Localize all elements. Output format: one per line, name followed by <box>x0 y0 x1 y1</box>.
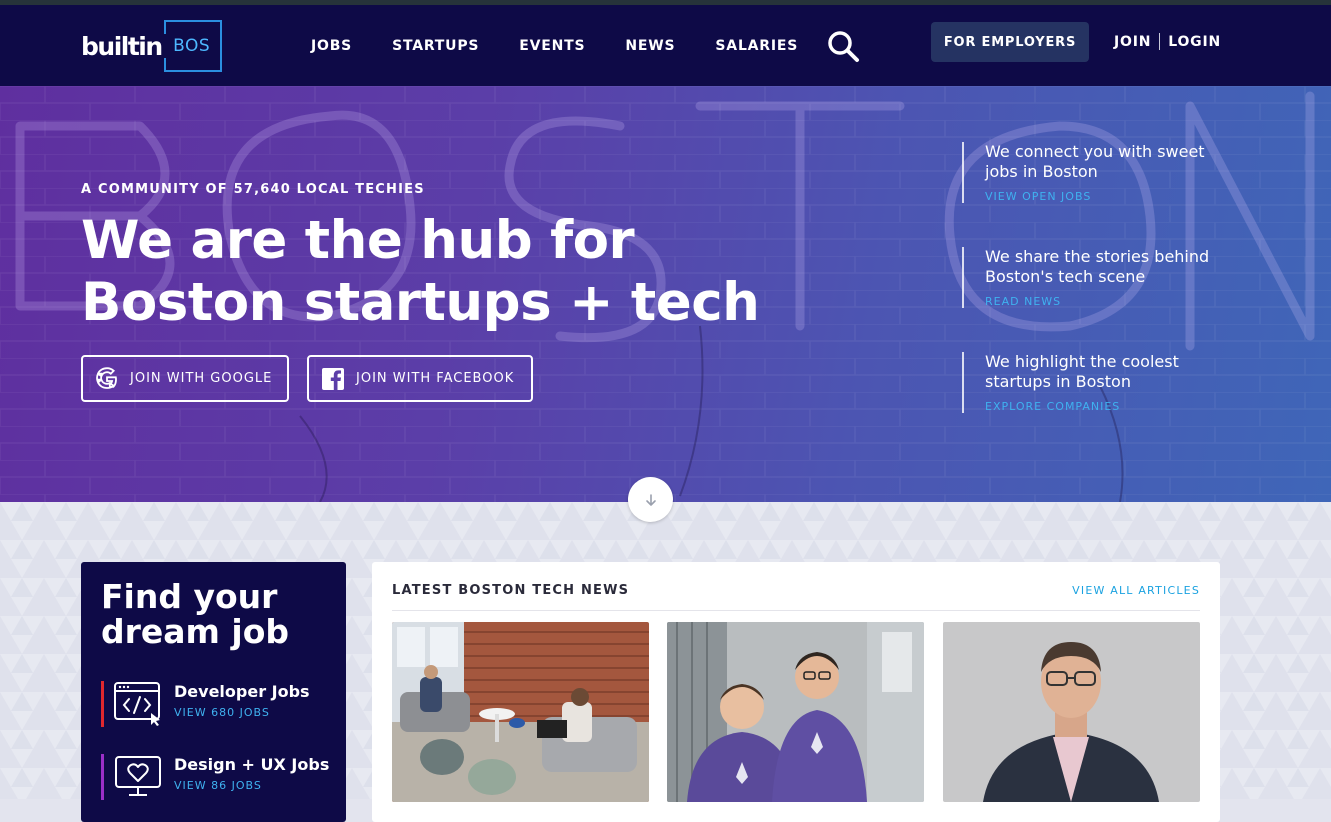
job-category-design[interactable]: Design + UX Jobs VIEW 86 JOBS <box>101 754 341 800</box>
portrait-photo <box>943 622 1200 802</box>
dream-job-panel: Find your dream job Developer Jobs VIEW … <box>81 562 346 822</box>
google-icon <box>94 366 120 392</box>
category-name: Developer Jobs <box>174 682 310 701</box>
hero-item-news: We share the stories behind Boston's tec… <box>962 247 1232 308</box>
join-with-facebook-button[interactable]: JOIN WITH FACEBOOK <box>307 355 533 402</box>
google-button-label: JOIN WITH GOOGLE <box>130 371 273 386</box>
join-with-google-button[interactable]: JOIN WITH GOOGLE <box>81 355 289 402</box>
search-icon[interactable] <box>826 29 860 63</box>
nav-news[interactable]: NEWS <box>625 38 675 54</box>
hero-item-companies: We highlight the coolest startups in Bos… <box>962 352 1232 413</box>
news-article-image-3[interactable] <box>943 622 1200 802</box>
hero-item-text: We share the stories behind Boston's tec… <box>985 247 1210 286</box>
hero-title-line1: We are the hub for <box>81 210 635 271</box>
nav-events[interactable]: EVENTS <box>519 38 585 54</box>
login-link[interactable]: LOGIN <box>1168 34 1221 50</box>
view-open-jobs-link[interactable]: VIEW OPEN JOBS <box>985 190 1232 203</box>
category-count-link[interactable]: VIEW 680 JOBS <box>174 706 270 719</box>
dream-title-line2: dream job <box>101 612 290 651</box>
dream-title-line1: Find your <box>101 577 278 616</box>
top-nav: builtin BOS JOBS STARTUPS EVENTS NEWS SA… <box>0 5 1331 86</box>
founders-photo <box>667 622 924 802</box>
nav-startups[interactable]: STARTUPS <box>392 38 479 54</box>
arrow-down-icon <box>645 493 656 506</box>
logo-city: BOS <box>173 36 211 56</box>
nav-salaries[interactable]: SALARIES <box>715 38 798 54</box>
category-color-bar <box>101 681 104 727</box>
code-window-icon <box>114 682 160 726</box>
join-link[interactable]: JOIN <box>1114 34 1151 50</box>
news-heading: LATEST BOSTON TECH NEWS <box>392 583 630 598</box>
news-divider <box>392 610 1200 611</box>
facebook-icon <box>320 366 346 392</box>
facebook-button-label: JOIN WITH FACEBOOK <box>356 371 515 386</box>
auth-divider <box>1159 33 1161 50</box>
news-article-image-2[interactable] <box>667 622 924 802</box>
auth-links: JOIN LOGIN <box>1114 33 1221 50</box>
hero-item-text: We connect you with sweet jobs in Boston <box>985 142 1205 181</box>
nav-jobs[interactable]: JOBS <box>311 38 352 54</box>
logo-wordmark: builtin <box>81 31 163 61</box>
read-news-link[interactable]: READ NEWS <box>985 295 1232 308</box>
category-name: Design + UX Jobs <box>174 755 330 774</box>
view-all-articles-link[interactable]: VIEW ALL ARTICLES <box>1072 584 1200 597</box>
main-nav: JOBS STARTUPS EVENTS NEWS SALARIES <box>311 5 798 86</box>
job-category-developer[interactable]: Developer Jobs VIEW 680 JOBS <box>101 681 341 727</box>
news-article-image-1[interactable] <box>392 622 649 802</box>
hero-title: We are the hub for Boston startups + tec… <box>81 210 760 334</box>
logo-city-box: BOS <box>163 20 222 72</box>
category-color-bar <box>101 754 104 800</box>
hero-item-text: We highlight the coolest startups in Bos… <box>985 352 1179 391</box>
scroll-down-button[interactable] <box>628 477 673 522</box>
hero-title-line2: Boston startups + tech <box>81 272 760 333</box>
heart-monitor-icon <box>115 756 161 796</box>
office-lounge-photo <box>392 622 649 802</box>
explore-companies-link[interactable]: EXPLORE COMPANIES <box>985 400 1232 413</box>
dream-job-title: Find your dream job <box>101 579 289 649</box>
tech-news-panel: LATEST BOSTON TECH NEWS VIEW ALL ARTICLE… <box>372 562 1220 822</box>
builtin-logo[interactable]: builtin BOS <box>81 20 222 72</box>
hero-banner: A COMMUNITY OF 57,640 LOCAL TECHIES We a… <box>0 86 1331 502</box>
hero-kicker: A COMMUNITY OF 57,640 LOCAL TECHIES <box>81 182 425 197</box>
category-count-link[interactable]: VIEW 86 JOBS <box>174 779 262 792</box>
hero-item-jobs: We connect you with sweet jobs in Boston… <box>962 142 1232 203</box>
for-employers-button[interactable]: FOR EMPLOYERS <box>931 22 1089 62</box>
